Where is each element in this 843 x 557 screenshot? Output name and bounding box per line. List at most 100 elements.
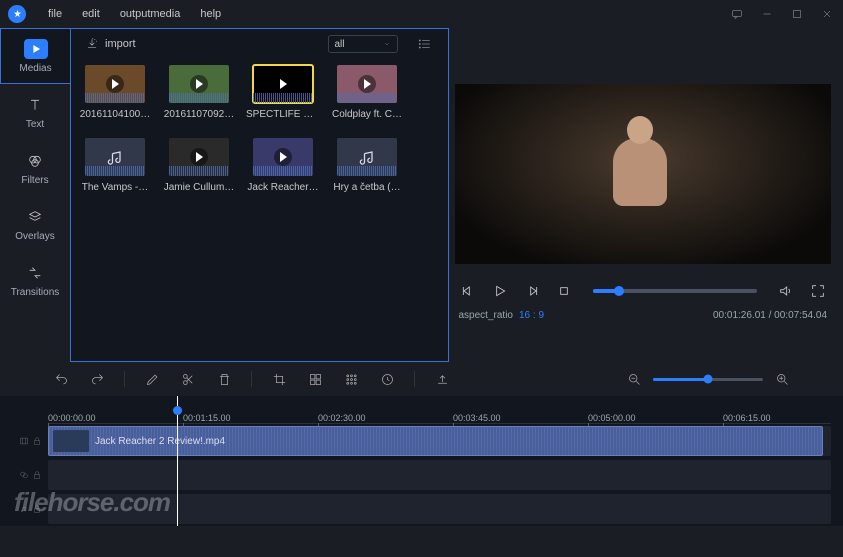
sidebar-item-label: Text: [26, 119, 44, 130]
thumb-image: [253, 65, 313, 103]
sidebar-item-label: Filters: [21, 175, 48, 186]
minimize-button[interactable]: [759, 6, 775, 22]
zoom-out-button[interactable]: [625, 370, 643, 388]
text-icon: [23, 95, 47, 115]
track-head: [12, 436, 48, 446]
media-thumb[interactable]: Hry a četba (…: [337, 138, 397, 193]
thumb-label: The Vamps -…: [78, 182, 152, 193]
media-filter-select[interactable]: all: [328, 35, 398, 53]
ruler-tick: 00:05:00.00: [588, 413, 636, 423]
thumb-label: Jack Reacher…: [246, 182, 320, 193]
media-thumb[interactable]: 20161104100…: [85, 65, 145, 120]
clip-thumbnail: [53, 430, 89, 452]
app-logo-icon: [8, 5, 26, 23]
timeline-clip[interactable]: Jack Reacher 2 Review!.mp4: [48, 426, 823, 456]
thumb-image: [337, 138, 397, 176]
redo-button[interactable]: [88, 370, 106, 388]
sidebar: Medias Text Filters Overlays Transitions: [0, 28, 70, 362]
grid-tool[interactable]: [342, 370, 360, 388]
zoom-in-button[interactable]: [773, 370, 791, 388]
volume-button[interactable]: [777, 282, 795, 300]
title-bar: file edit outputmedia help: [0, 0, 843, 28]
media-thumb[interactable]: Coldplay ft. C…: [337, 65, 397, 120]
edit-tool[interactable]: [143, 370, 161, 388]
media-thumb[interactable]: Jamie Cullum…: [169, 138, 229, 193]
chevron-down-icon: [383, 40, 391, 48]
watermark: filehorse.com: [14, 487, 170, 518]
preview-time: 00:01:26.01 / 00:07:54.04: [713, 310, 827, 321]
stop-button[interactable]: [555, 282, 573, 300]
overlay-icon: [19, 470, 29, 480]
media-thumb[interactable]: 20161107092…: [169, 65, 229, 120]
next-frame-button[interactable]: [523, 282, 541, 300]
ruler-tick: 00:03:45.00: [453, 413, 501, 423]
preview-panel: aspect_ratio 16 : 9 00:01:26.01 / 00:07:…: [449, 28, 843, 362]
sidebar-item-text[interactable]: Text: [0, 84, 70, 140]
close-button[interactable]: [819, 6, 835, 22]
sidebar-item-transitions[interactable]: Transitions: [0, 252, 70, 308]
import-icon: [85, 37, 99, 51]
media-thumb[interactable]: The Vamps -…: [85, 138, 145, 193]
thumb-label: SPECTLIFE m…: [246, 109, 320, 120]
lock-icon[interactable]: [32, 436, 42, 446]
duration-tool[interactable]: [378, 370, 396, 388]
aspect-ratio-value[interactable]: 16 : 9: [519, 310, 544, 321]
thumb-image: [337, 65, 397, 103]
lock-icon[interactable]: [32, 470, 42, 480]
timeline: 00:00:00.00 00:01:15.00 00:02:30.00 00:03:4…: [0, 396, 843, 526]
ruler-tick: 00:02:30.00: [318, 413, 366, 423]
media-grid: 20161104100… 20161107092… SPECTLIFE m… Cold…: [71, 59, 448, 199]
media-filter-value: all: [335, 39, 345, 50]
play-button[interactable]: [491, 282, 509, 300]
transport-controls: [455, 282, 832, 300]
import-button[interactable]: import: [85, 37, 136, 51]
export-button[interactable]: [433, 370, 451, 388]
sidebar-item-filters[interactable]: Filters: [0, 140, 70, 196]
sidebar-item-medias[interactable]: Medias: [0, 28, 70, 84]
media-thumb[interactable]: SPECTLIFE m…: [253, 65, 313, 120]
split-tool[interactable]: [179, 370, 197, 388]
clip-label: Jack Reacher 2 Review!.mp4: [95, 436, 225, 447]
thumb-label: 20161107092…: [162, 109, 236, 120]
zoom-slider[interactable]: [653, 378, 763, 381]
undo-button[interactable]: [52, 370, 70, 388]
sidebar-item-label: Medias: [19, 63, 51, 74]
prev-frame-button[interactable]: [459, 282, 477, 300]
sidebar-item-overlays[interactable]: Overlays: [0, 196, 70, 252]
menu-edit[interactable]: edit: [72, 0, 110, 28]
list-view-toggle[interactable]: [416, 37, 434, 51]
thumb-label: Jamie Cullum…: [162, 182, 236, 193]
aspect-ratio-label: aspect_ratio: [459, 310, 513, 321]
import-label: import: [105, 38, 136, 50]
crop-tool[interactable]: [270, 370, 288, 388]
thumb-image: [169, 138, 229, 176]
track-body[interactable]: [48, 460, 831, 490]
ruler-tick: 00:06:15.00: [723, 413, 771, 423]
preview-canvas[interactable]: [455, 84, 832, 264]
delete-button[interactable]: [215, 370, 233, 388]
playhead[interactable]: [177, 396, 178, 526]
maximize-button[interactable]: [789, 6, 805, 22]
ruler-tick: 00:01:15.00: [183, 413, 231, 423]
thumb-label: 20161104100…: [78, 109, 152, 120]
seek-slider[interactable]: [593, 289, 758, 293]
feedback-icon[interactable]: [729, 6, 745, 22]
thumb-image: [169, 65, 229, 103]
menu-file[interactable]: file: [38, 0, 72, 28]
timeline-ruler[interactable]: 00:00:00.00 00:01:15.00 00:02:30.00 00:03:4…: [48, 400, 831, 424]
fullscreen-button[interactable]: [809, 282, 827, 300]
thumb-label: Hry a četba (…: [330, 182, 404, 193]
toolbar: [0, 362, 843, 396]
thumb-image: [253, 138, 313, 176]
media-thumb[interactable]: Jack Reacher…: [253, 138, 313, 193]
sidebar-item-label: Overlays: [15, 231, 54, 242]
mosaic-tool[interactable]: [306, 370, 324, 388]
overlays-icon: [23, 207, 47, 227]
track-body[interactable]: Jack Reacher 2 Review!.mp4: [48, 426, 831, 456]
film-icon: [19, 436, 29, 446]
transitions-icon: [23, 263, 47, 283]
menu-help[interactable]: help: [190, 0, 231, 28]
ruler-tick: 00:00:00.00: [48, 413, 96, 423]
menu-outputmedia[interactable]: outputmedia: [110, 0, 191, 28]
play-icon: [24, 39, 48, 59]
